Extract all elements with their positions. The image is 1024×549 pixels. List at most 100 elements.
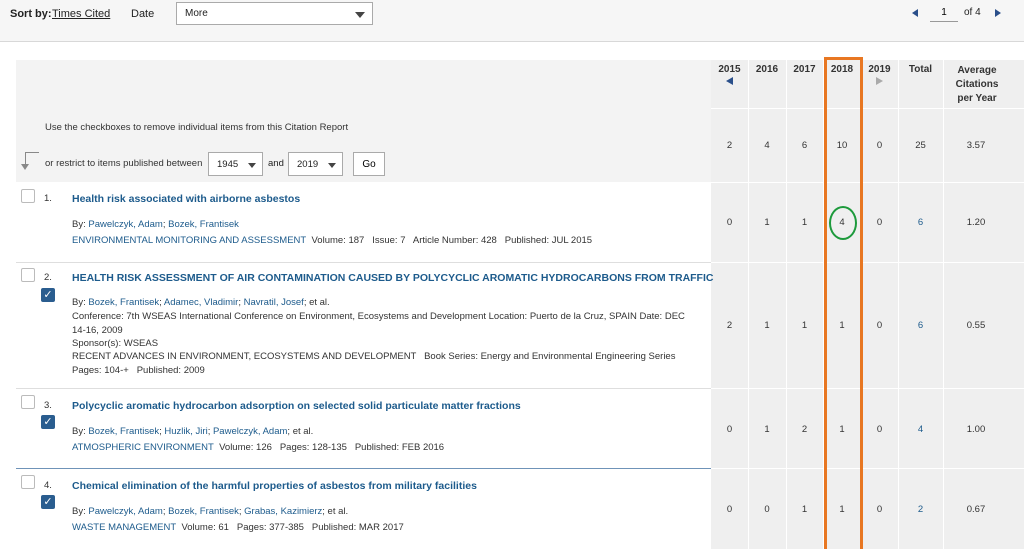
- record-number: 2.: [44, 272, 52, 283]
- author-link[interactable]: Pawelczyk, Adam: [88, 506, 162, 517]
- record-2-average: 0.55: [966, 320, 986, 331]
- record-4-checkbox[interactable]: [21, 475, 35, 489]
- author-link[interactable]: Huzlik, Jiri: [164, 426, 207, 437]
- col-2019[interactable]: 2019: [861, 64, 898, 85]
- sort-more-value: More: [185, 8, 208, 19]
- record-4-2016: 0: [764, 504, 770, 515]
- record-2-checkbox[interactable]: [21, 268, 35, 282]
- and-label: and: [268, 158, 284, 169]
- from-year-select[interactable]: 1945: [208, 152, 263, 176]
- record-3-2016: 1: [764, 424, 770, 435]
- row-divider: [711, 262, 1024, 263]
- record-3-authors: By: Bozek, Frantisek; Huzlik, Jiri; Pawe…: [72, 426, 314, 437]
- record-4-average: 0.67: [966, 504, 986, 515]
- sort-date-link[interactable]: Date: [131, 8, 154, 20]
- author-link[interactable]: Adamec, Vladimir: [164, 297, 238, 308]
- row-separator: [16, 468, 711, 469]
- journal-link[interactable]: ENVIRONMENTAL MONITORING AND ASSESSMENT: [72, 235, 306, 246]
- author-link[interactable]: Pawelczyk, Adam: [88, 219, 162, 230]
- et-al: ; et al.: [303, 297, 330, 308]
- by-label: By:: [72, 219, 86, 230]
- record-3-source: ATMOSPHERIC ENVIRONMENT Volume: 126 Page…: [72, 441, 692, 455]
- record-1-total[interactable]: 6: [898, 217, 943, 228]
- author-link[interactable]: Bozek, Frantisek: [88, 426, 159, 437]
- record-1-2017: 1: [801, 217, 808, 228]
- record-4-title-link[interactable]: Chemical elimination of the harmful prop…: [72, 480, 477, 492]
- chevron-down-icon: [328, 163, 336, 168]
- by-label: By:: [72, 426, 86, 437]
- row-divider: [711, 108, 1024, 109]
- record-2-title-link[interactable]: HEALTH RISK ASSESSMENT OF AIR CONTAMINAT…: [72, 272, 713, 284]
- et-al: ; et al.: [322, 506, 349, 517]
- source-details: Volume: 187 Issue: 7 Article Number: 428…: [311, 235, 593, 246]
- record-1-2019: 0: [876, 217, 883, 228]
- go-button[interactable]: Go: [353, 152, 385, 176]
- record-1-title-link[interactable]: Health risk associated with airborne asb…: [72, 193, 300, 205]
- total-2019: 0: [876, 140, 883, 151]
- record-3-average: 1.00: [966, 424, 986, 435]
- col-2015-label: 2015: [718, 64, 741, 75]
- record-3-checkbox[interactable]: [21, 395, 35, 409]
- record-number: 4.: [44, 480, 52, 491]
- author-link[interactable]: Bozek, Frantisek: [88, 297, 159, 308]
- row-divider: [711, 388, 1024, 389]
- to-year-value: 2019: [297, 159, 319, 170]
- journal-link[interactable]: ATMOSPHERIC ENVIRONMENT: [72, 442, 214, 453]
- total-average: 3.57: [966, 140, 986, 151]
- record-3-2019: 0: [876, 424, 883, 435]
- source-details: Volume: 61 Pages: 377-385 Published: MAR…: [181, 522, 404, 533]
- arrow-head: [21, 164, 29, 170]
- total-2017: 6: [801, 140, 808, 151]
- record-3-2017: 2: [801, 424, 808, 435]
- record-1-source: ENVIRONMENTAL MONITORING AND ASSESSMENT …: [72, 234, 692, 248]
- record-4-2015: 0: [726, 504, 733, 515]
- checkbox-instructions: Use the checkboxes to remove individual …: [45, 122, 349, 133]
- record-3-title-link[interactable]: Polycyclic aromatic hydrocarbon adsorpti…: [72, 400, 521, 412]
- total-2015: 2: [726, 140, 733, 151]
- check-icon[interactable]: ✓: [41, 288, 55, 302]
- citation-columns-panel: [711, 60, 1024, 549]
- record-2-authors: By: Bozek, Frantisek; Adamec, Vladimir; …: [72, 297, 330, 308]
- author-link[interactable]: Navratil, Josef: [244, 297, 304, 308]
- journal-link[interactable]: WASTE MANAGEMENT: [72, 522, 176, 533]
- row-divider: [711, 468, 1024, 469]
- sort-toolbar: Sort by: Times Cited Date More of 4: [0, 0, 1024, 42]
- record-3-total[interactable]: 4: [898, 424, 943, 435]
- col-2016: 2016: [755, 64, 779, 75]
- sort-more-dropdown[interactable]: More: [176, 2, 373, 25]
- author-link[interactable]: Bozek, Frantisek: [168, 219, 239, 230]
- author-link[interactable]: Grabas, Kazimierz: [244, 506, 322, 517]
- highlight-2018-column: [824, 57, 863, 549]
- record-1-2015: 0: [726, 217, 733, 228]
- to-year-select[interactable]: 2019: [288, 152, 343, 176]
- highlight-circle: [829, 206, 857, 240]
- col-2019-label: 2019: [868, 64, 891, 75]
- col-average: Average Citations per Year: [955, 65, 999, 104]
- record-2-2017: 1: [801, 320, 808, 331]
- page-number-input[interactable]: [930, 4, 958, 22]
- author-link[interactable]: Bozek, Frantisek: [168, 506, 239, 517]
- col-2015[interactable]: 2015: [711, 64, 748, 85]
- column-divider: [786, 60, 787, 549]
- col-2017: 2017: [793, 64, 816, 75]
- next-page-icon[interactable]: [995, 9, 1001, 17]
- record-number: 3.: [44, 400, 52, 411]
- author-link[interactable]: Pawelczyk, Adam: [213, 426, 287, 437]
- from-year-value: 1945: [217, 159, 239, 170]
- scroll-left-icon[interactable]: [726, 77, 733, 85]
- sort-times-cited-link[interactable]: Times Cited: [52, 8, 110, 20]
- record-2-sponsor: Sponsor(s): WSEAS: [72, 338, 159, 349]
- previous-page-icon[interactable]: [912, 9, 918, 17]
- total-all: 25: [915, 140, 926, 151]
- record-2-total[interactable]: 6: [898, 320, 943, 331]
- record-2-2015: 2: [726, 320, 733, 331]
- column-divider: [898, 60, 899, 549]
- check-icon[interactable]: ✓: [41, 495, 55, 509]
- record-1-checkbox[interactable]: [21, 189, 35, 203]
- scroll-right-icon[interactable]: [876, 77, 883, 85]
- arrow-down-icon: [25, 152, 39, 153]
- page-count: of 4: [964, 7, 981, 18]
- record-4-total[interactable]: 2: [898, 504, 943, 515]
- record-3-2015: 0: [726, 424, 733, 435]
- check-icon[interactable]: ✓: [41, 415, 55, 429]
